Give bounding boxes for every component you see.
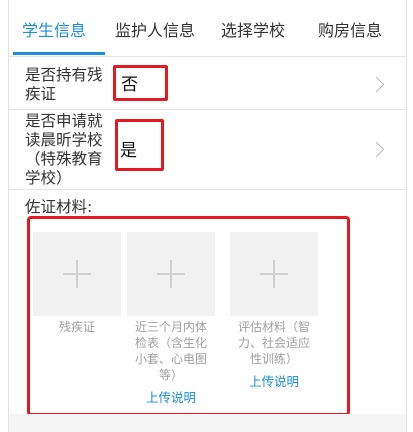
highlight-box [27,216,350,416]
tab-select-school[interactable]: 选择学校 [221,20,285,42]
tab-housing-info[interactable]: 购房信息 [318,20,382,42]
chevron-right-icon [368,76,385,93]
deaf-school-row[interactable]: 是否申请就 读晨昕学校 （特殊教育 学校） 是 [9,110,406,190]
bottom-divider [9,414,406,432]
tab-student-info[interactable]: 学生信息 [22,20,86,42]
deaf-school-label: 是否申请就 读晨昕学校 （特殊教育 学校） [25,112,103,187]
chevron-right-icon [368,141,385,158]
tab-guardian-info[interactable]: 监护人信息 [115,20,195,42]
deaf-school-value: 是 [120,141,137,161]
form-page: 学生信息 监护人信息 选择学校 购房信息 是否持有残 疾证 否 是否申请就 读晨… [8,0,407,432]
tab-bar: 学生信息 监护人信息 选择学校 购房信息 [9,0,406,57]
disability-certificate-label: 是否持有残 疾证 [25,66,103,103]
disability-certificate-value: 否 [121,75,138,95]
active-tab-indicator [13,52,105,55]
disability-certificate-row[interactable]: 是否持有残 疾证 否 [9,57,406,110]
attachments-label: 佐证材料: [25,198,93,216]
